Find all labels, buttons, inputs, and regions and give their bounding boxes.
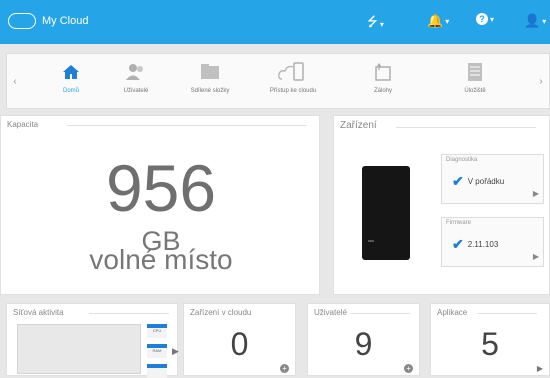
panel-title: Zařízení v cloudu [190, 308, 252, 317]
network-graph [17, 324, 141, 374]
chevron-down-icon: ▾ [490, 14, 495, 24]
divider [477, 313, 537, 314]
firmware-card[interactable]: Firmware ✔ 2.11.103 ▶ [441, 217, 544, 267]
chevron-right-icon: ▶ [532, 189, 539, 198]
apps-value: 5 [481, 326, 499, 362]
diagnostics-value: V pořádku [467, 177, 505, 186]
network-activity-panel: Síťová aktivita CPU RAM ▶ [6, 303, 179, 378]
nav-left-arrow[interactable]: ‹ [7, 54, 23, 108]
firmware-value: 2.11.103 [467, 240, 499, 249]
usb-menu[interactable]: ⭍ ▾ [367, 13, 384, 35]
divider [350, 313, 410, 314]
bell-icon: 🔔 [427, 13, 444, 28]
panel-title: Zařízení [340, 120, 377, 131]
ram-bar[interactable]: RAM [147, 344, 167, 358]
users-value: 9 [354, 326, 373, 362]
backup-icon [343, 60, 423, 84]
folder-icon [170, 60, 250, 84]
panel-title: Uživatelé [314, 308, 347, 317]
panel-title: Aplikace [437, 308, 468, 317]
users-icon [96, 60, 176, 84]
cloud-logo-icon [8, 13, 36, 29]
nas-device-image [362, 166, 410, 260]
panel-title: Síťová aktivita [13, 308, 64, 317]
nav-right-arrow[interactable]: › [533, 54, 549, 108]
logo[interactable]: My Cloud [8, 13, 88, 29]
add-icon[interactable]: + [280, 364, 289, 373]
nav-item-storage[interactable]: Úložiště [435, 60, 515, 94]
nav-item-shares[interactable]: Sdílené složky [170, 60, 250, 94]
users-card[interactable]: Uživatelé 9 + [307, 303, 420, 376]
nav-item-label: Zálohy [373, 88, 392, 94]
diagnostics-status: ✔ V pořádku [452, 173, 504, 190]
firmware-title: Firmware [446, 220, 471, 226]
divider [89, 313, 169, 314]
user-menu[interactable]: 👤 ▾ [524, 13, 546, 29]
add-icon[interactable]: + [404, 364, 413, 373]
cloud-device-icon [253, 60, 333, 84]
main-nav: ‹ Domů Uživatelé Sdílené složky Přístup … [6, 53, 550, 109]
divider [67, 125, 307, 126]
capacity-panel: Kapacita 956 GB volné místo [0, 115, 320, 295]
nav-item-label: Uživatelé [123, 88, 149, 94]
nav-item-label: Sdílené složky [190, 88, 230, 94]
nav-item-label: Úložiště [464, 88, 486, 94]
nav-item-cloud-access[interactable]: Přístup ke cloudu [253, 60, 333, 94]
cpu-bar[interactable]: CPU [147, 324, 167, 338]
check-icon: ✔ [452, 173, 464, 189]
logo-text: My Cloud [42, 15, 89, 27]
diagnostics-title: Diagnostika [446, 157, 478, 163]
firmware-status: ✔ 2.11.103 [452, 236, 498, 253]
panel-title: Kapacita [7, 120, 39, 129]
nav-item-backups[interactable]: Zálohy [343, 60, 423, 94]
device-panel: Zařízení Diagnostika ✔ V pořádku ▶ Firmw… [333, 115, 550, 295]
check-icon: ✔ [452, 236, 464, 252]
help-menu[interactable]: ? ▾ [476, 13, 494, 25]
usb-icon: ⭍ [367, 14, 378, 29]
free-space-value: 956 [105, 151, 217, 225]
apps-card[interactable]: Aplikace 5 ▶ [430, 303, 550, 376]
cloud-devices-value: 0 [230, 326, 249, 362]
chevron-down-icon: ▾ [542, 16, 547, 26]
chevron-right-icon: ▶ [532, 252, 539, 261]
storage-icon [435, 60, 515, 84]
chevron-down-icon: ▾ [379, 19, 384, 29]
help-icon: ? [476, 13, 488, 25]
divider [396, 127, 536, 128]
chevron-right-icon[interactable]: ▶ [172, 346, 179, 357]
free-space-label: volné místo [89, 244, 233, 275]
nav-item-label: Přístup ke cloudu [269, 88, 317, 94]
notifications-menu[interactable]: 🔔 ▾ [427, 13, 449, 29]
cloud-devices-card[interactable]: Zařízení v cloudu 0 + [183, 303, 296, 376]
user-icon: 👤 [524, 13, 541, 28]
nav-item-users[interactable]: Uživatelé [96, 60, 176, 94]
chevron-down-icon: ▾ [445, 16, 450, 26]
chevron-right-icon[interactable]: ▶ [537, 364, 543, 373]
top-bar: My Cloud ⭍ ▾ 🔔 ▾ ? ▾ 👤 ▾ [0, 0, 550, 44]
diagnostics-card[interactable]: Diagnostika ✔ V pořádku ▶ [441, 154, 544, 204]
